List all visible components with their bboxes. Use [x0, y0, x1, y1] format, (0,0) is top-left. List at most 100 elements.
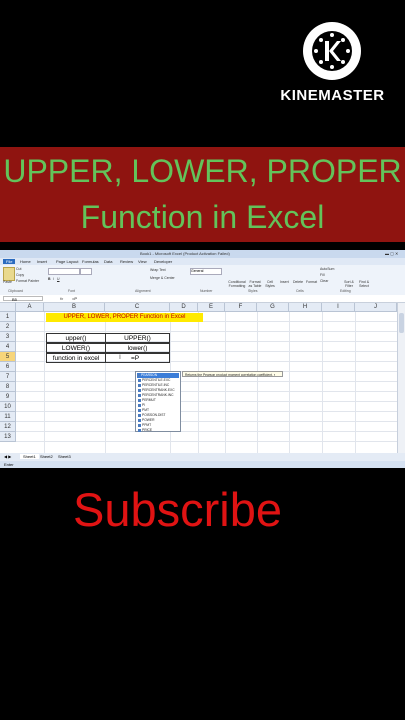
sort-filter-button[interactable]: Sort & Filter	[342, 280, 356, 288]
function-icon	[137, 373, 140, 377]
column-header[interactable]: F	[225, 303, 257, 312]
tab-file[interactable]: File	[3, 259, 16, 264]
paste-button[interactable]: Paste	[3, 280, 12, 284]
cell-c3[interactable]: UPPER()	[105, 333, 170, 343]
tab-data[interactable]: Data	[104, 259, 112, 264]
autocomplete-item[interactable]: PRICE	[138, 428, 152, 433]
row-header[interactable]: 9	[0, 392, 16, 402]
copy-button[interactable]: Copy	[16, 273, 24, 277]
formula-input[interactable]: =P	[72, 296, 77, 301]
ribbon: Paste Cut Copy Format Painter Clipboard …	[0, 265, 405, 296]
title-cell[interactable]: UPPER, LOWER, PROPER Function in Excel	[46, 313, 203, 322]
italic-icon[interactable]: I	[53, 277, 54, 281]
clear-button[interactable]: Clear	[320, 279, 328, 283]
row-header[interactable]: 12	[0, 422, 16, 432]
cell-b5[interactable]: function in excel	[46, 353, 106, 363]
format-as-table-button[interactable]: Format as Table	[248, 280, 262, 288]
tab-formulas[interactable]: Formulas	[82, 259, 99, 264]
cells-group-label: Cells	[296, 289, 304, 293]
tab-review[interactable]: Review	[120, 259, 133, 264]
delete-cells-button[interactable]: Delete	[293, 280, 303, 284]
status-mode: Enter	[4, 462, 14, 467]
row-header[interactable]: 6	[0, 362, 16, 372]
cell-styles-button[interactable]: Cell Styles	[264, 280, 276, 288]
select-all-corner[interactable]	[0, 303, 16, 312]
row-header[interactable]: 10	[0, 402, 16, 412]
cut-button[interactable]: Cut	[16, 267, 21, 271]
row-header[interactable]: 1	[0, 312, 16, 322]
cell-c4[interactable]: lower()	[105, 343, 170, 353]
bold-icon[interactable]: B	[48, 277, 51, 281]
number-format-box[interactable]: General	[190, 268, 222, 275]
function-icon	[138, 393, 141, 397]
column-header[interactable]: I	[322, 303, 355, 312]
fx-icon: fx	[60, 296, 64, 301]
excel-window: Book1 - Microsoft Excel (Product Activat…	[0, 250, 405, 468]
format-cells-button[interactable]: Format	[306, 280, 317, 284]
function-icon	[138, 388, 141, 392]
row-header[interactable]: 8	[0, 382, 16, 392]
row-header[interactable]: 3	[0, 332, 16, 342]
format-painter-button[interactable]: Format Painter	[16, 279, 39, 283]
kinemaster-brand: KINEMASTER	[280, 87, 385, 104]
tab-page-layout[interactable]: Page Layout	[56, 259, 78, 264]
autocomplete-dropdown[interactable]: PEARSON PERCENTILE.EXC PERCENTILE.INC PE…	[135, 371, 181, 432]
font-size-box[interactable]	[80, 268, 92, 275]
window-controls[interactable]: ▬ ▢ ✕	[385, 251, 398, 256]
autosum-button[interactable]: AutoSum	[320, 267, 334, 271]
row-header[interactable]: 7	[0, 372, 16, 382]
cell-c5[interactable]: =P	[105, 353, 170, 363]
cell-b3[interactable]: upper()	[46, 333, 106, 343]
paste-icon[interactable]	[3, 267, 15, 281]
window-titlebar: Book1 - Microsoft Excel (Product Activat…	[0, 250, 405, 258]
window-title: Book1 - Microsoft Excel (Product Activat…	[140, 251, 230, 256]
column-header[interactable]: J	[355, 303, 397, 312]
font-name-box[interactable]	[48, 268, 80, 275]
function-tooltip: Returns the Pearson product moment corre…	[182, 371, 283, 377]
function-icon	[138, 413, 141, 417]
column-header[interactable]: A	[16, 303, 44, 312]
alignment-group-label: Alignment	[135, 289, 151, 293]
function-icon	[138, 423, 141, 427]
sheet-nav-icon[interactable]: ◀ ▶	[4, 454, 11, 459]
vertical-scrollbar[interactable]	[397, 303, 405, 453]
banner-line-1: UPPER, LOWER, PROPER	[3, 153, 402, 189]
name-box[interactable]: B5	[3, 296, 43, 302]
column-header[interactable]: H	[289, 303, 322, 312]
row-header[interactable]: 11	[0, 412, 16, 422]
editing-group-label: Editing	[340, 289, 351, 293]
underline-icon[interactable]: U	[57, 277, 60, 281]
column-header[interactable]: D	[170, 303, 198, 312]
worksheet-grid[interactable]: A B C D E F G H I J 1 2 3 4 5 6 7 8 9 10…	[0, 303, 397, 453]
column-header[interactable]: B	[44, 303, 105, 312]
clipboard-group-label: Clipboard	[8, 289, 23, 293]
scrollbar-thumb[interactable]	[399, 313, 404, 333]
column-header[interactable]: G	[257, 303, 289, 312]
function-icon	[138, 418, 141, 422]
number-group-label: Number	[200, 289, 213, 293]
tab-developer[interactable]: Developer	[154, 259, 172, 264]
tab-insert[interactable]: Insert	[37, 259, 47, 264]
ribbon-tabs: File Home Insert Page Layout Formulas Da…	[0, 258, 405, 265]
sheet-tab-2[interactable]: Sheet2	[40, 454, 53, 459]
insert-cells-button[interactable]: Insert	[280, 280, 289, 284]
tab-home[interactable]: Home	[20, 259, 31, 264]
sheet-tab-3[interactable]: Sheet3	[58, 454, 71, 459]
merge-center-button[interactable]: Merge & Center	[150, 276, 175, 280]
fill-button[interactable]: Fill	[320, 273, 324, 277]
conditional-formatting-button[interactable]: Conditional Formatting	[228, 280, 246, 288]
column-header[interactable]: C	[105, 303, 170, 312]
sheet-tab-1[interactable]: Sheet1	[20, 454, 39, 459]
tab-view[interactable]: View	[138, 259, 147, 264]
cell-b4[interactable]: LOWER()	[46, 343, 106, 353]
row-header[interactable]: 2	[0, 322, 16, 332]
text-cursor-icon: I	[119, 355, 121, 361]
row-header[interactable]: 13	[0, 432, 16, 442]
column-header[interactable]: E	[198, 303, 225, 312]
row-header[interactable]: 4	[0, 342, 16, 352]
function-icon	[138, 383, 141, 387]
find-select-button[interactable]: Find & Select	[357, 280, 371, 288]
row-header[interactable]: 5	[0, 352, 16, 362]
kinemaster-logo	[303, 22, 361, 80]
wrap-text-button[interactable]: Wrap Text	[150, 268, 166, 272]
